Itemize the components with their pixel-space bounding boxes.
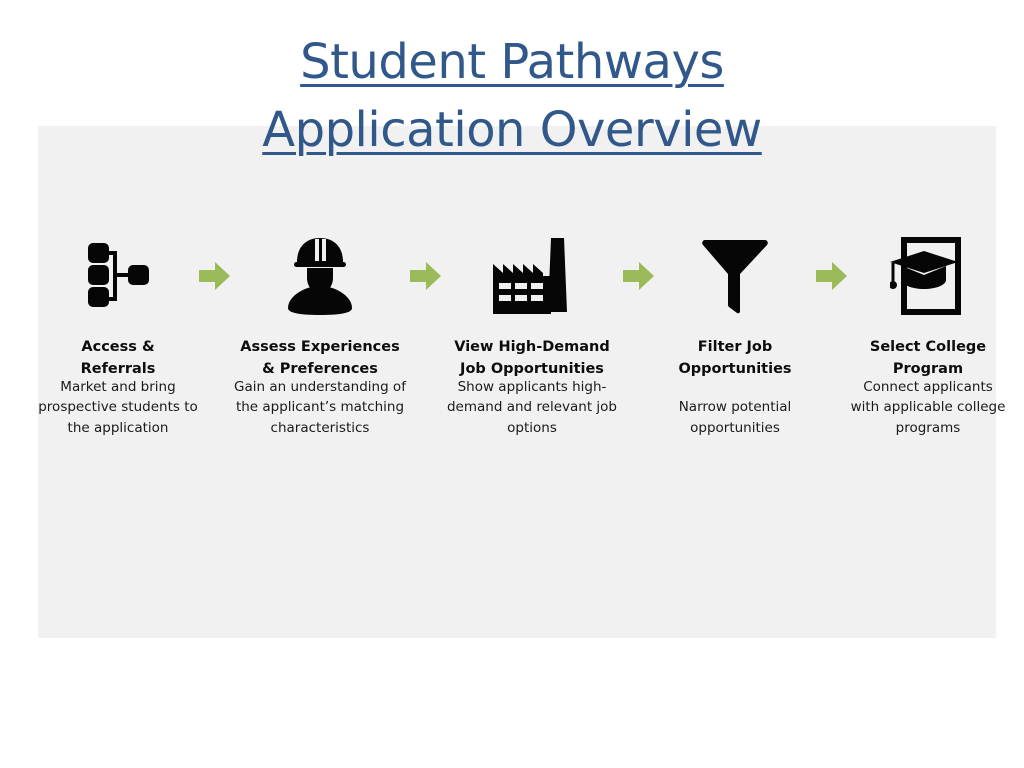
step-text-block: View High-Demand Job Opportunities Show … [442,320,622,438]
right-arrow-icon [815,232,848,320]
step-heading: Select College Program [869,339,987,377]
step-heading: Access & Referrals [80,339,156,377]
step-heading-slot: Access & Referrals [38,320,198,377]
org-chart-icon [38,232,198,320]
step-heading-slot: Select College Program [848,320,1008,377]
step-description: Narrow potential opportunities [678,399,792,436]
process-step-assess-experiences[interactable]: Assess Experiences & Preferences Gain an… [231,232,409,438]
process-step-access-referrals[interactable]: Access & Referrals Market and bring pros… [38,232,198,438]
page-title: Student Pathways Application Overview [170,28,854,164]
step-description: Connect applicants with applicable colle… [850,378,1006,436]
process-step-select-program[interactable]: Select College Program Connect applicant… [848,232,1008,438]
right-arrow-icon [409,232,442,320]
step-text-block: Assess Experiences & Preferences Gain an… [231,320,409,438]
step-text-block: Access & Referrals Market and bring pros… [38,320,198,438]
step-text-block: Filter Job Opportunities Narrow potentia… [655,320,815,438]
graduation-document-icon [848,232,1008,320]
process-step-filter-jobs[interactable]: Filter Job Opportunities Narrow potentia… [655,232,815,438]
hardhat-worker-icon [231,232,409,320]
step-description: Market and bring prospective students to… [38,378,198,436]
step-heading: View High-Demand Job Opportunities [454,339,610,377]
step-description-slot: Market and bring prospective students to… [38,377,198,439]
factory-icon [442,232,622,320]
step-description-slot: Connect applicants with applicable colle… [848,377,1008,439]
right-arrow-icon [198,232,231,320]
page-title-text: Student Pathways Application Overview [262,34,762,158]
step-heading: Assess Experiences & Preferences [240,339,400,377]
process-step-view-jobs[interactable]: View High-Demand Job Opportunities Show … [442,232,622,438]
funnel-filter-icon [655,232,815,320]
step-heading-slot: Filter Job Opportunities [655,320,815,377]
step-description-slot: Gain an understanding of the applicant’s… [231,377,409,439]
step-description: Gain an understanding of the applicant’s… [234,378,406,436]
step-text-block: Select College Program Connect applicant… [848,320,1008,438]
step-description-slot: Narrow potential opportunities [655,397,815,438]
process-flow: Access & Referrals Market and bring pros… [38,232,1005,492]
step-heading-slot: View High-Demand Job Opportunities [442,320,622,377]
step-heading: Filter Job Opportunities [678,339,792,377]
step-description-slot: Show applicants high-demand and relevant… [442,377,622,439]
step-heading-slot: Assess Experiences & Preferences [231,320,409,377]
right-arrow-icon [622,232,655,320]
step-description: Show applicants high-demand and relevant… [446,378,617,436]
